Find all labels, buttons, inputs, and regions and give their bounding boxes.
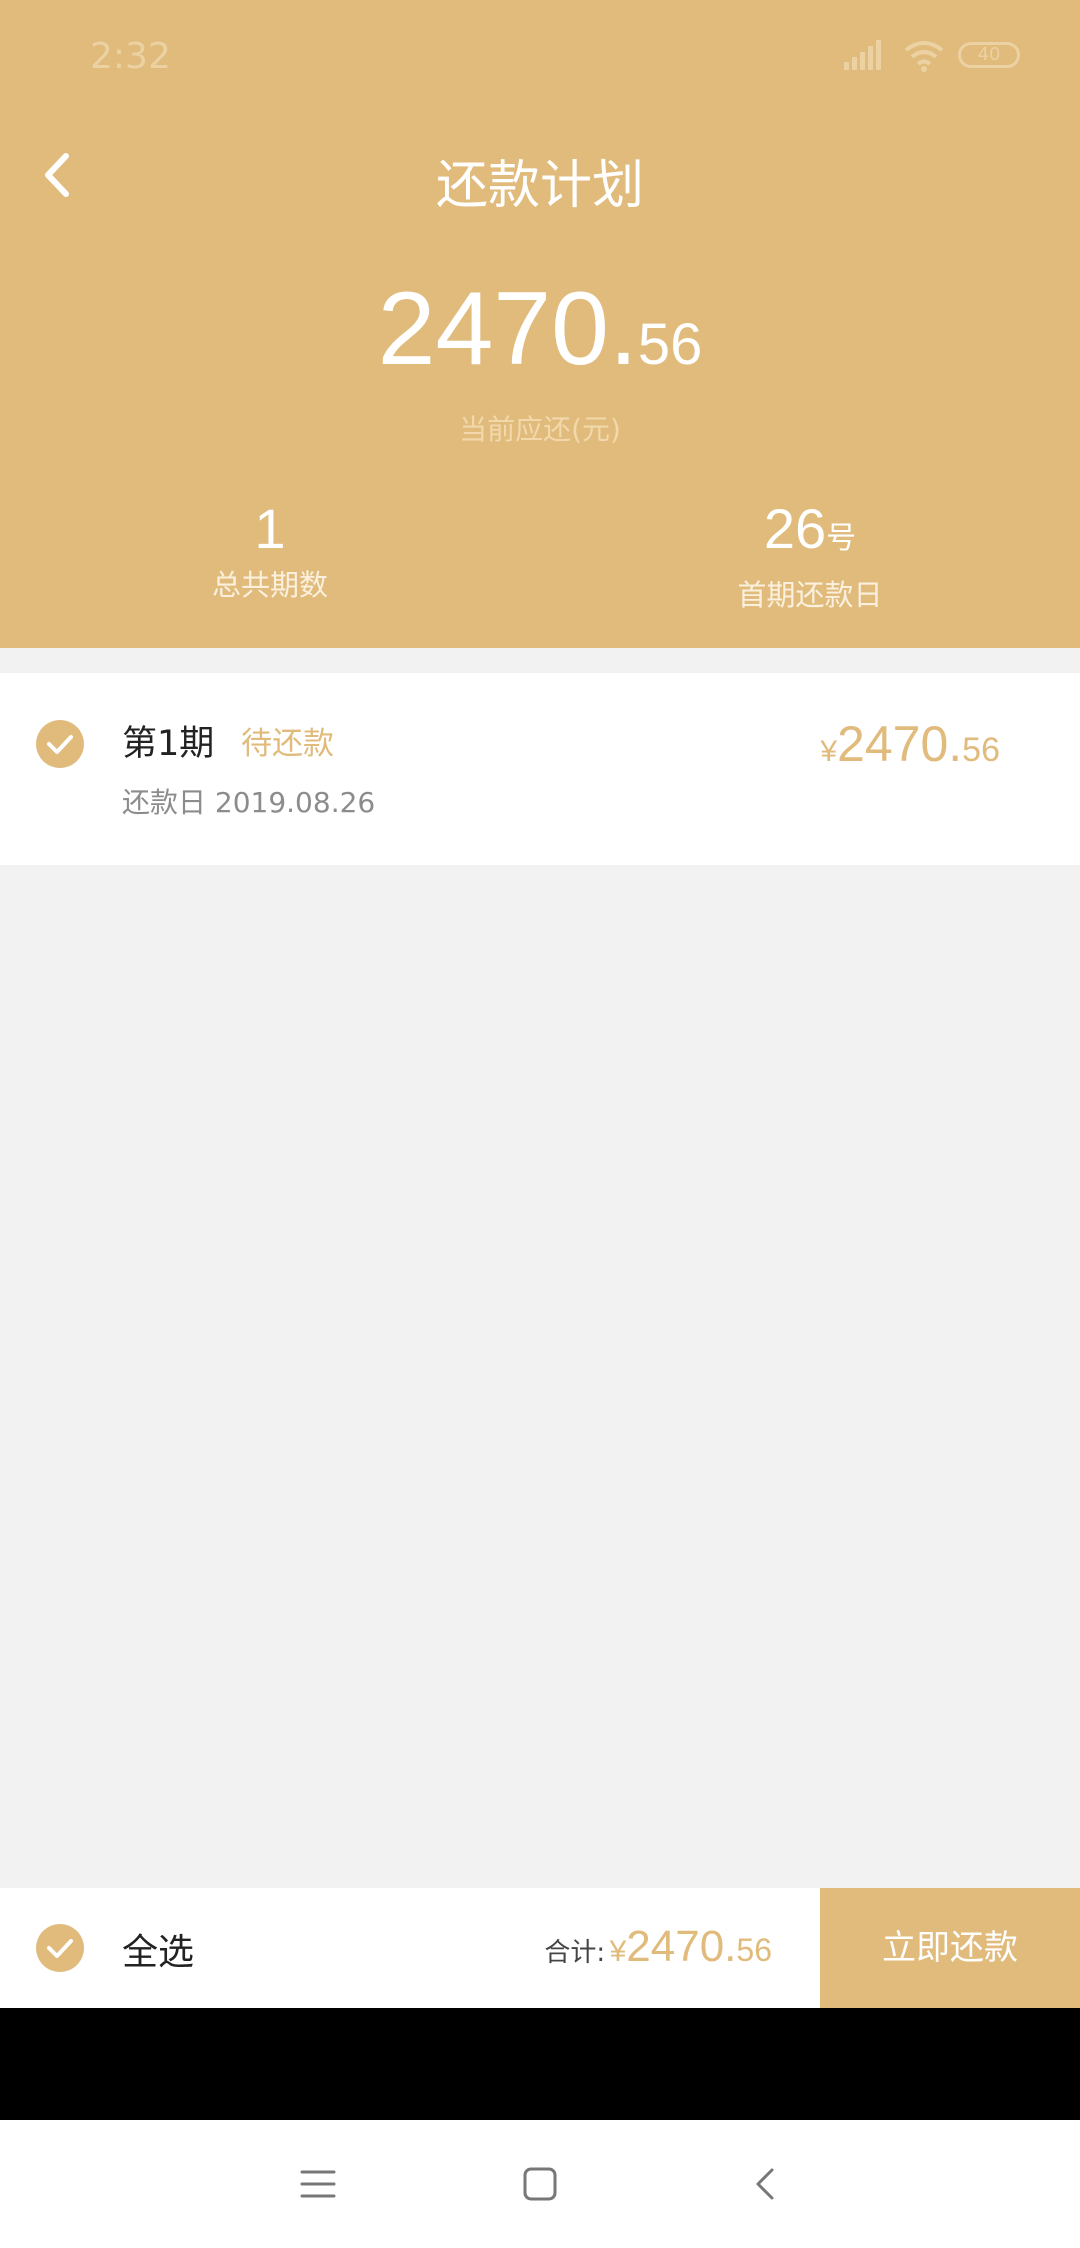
installment-checkbox[interactable] (36, 720, 84, 768)
amount-integer: 2470. (377, 271, 638, 387)
first-due-day-unit: 号 (826, 522, 857, 555)
check-icon (47, 735, 73, 754)
total-decimal: 56 (736, 1932, 772, 1968)
check-icon (47, 1939, 73, 1958)
installment-period: 第1期 (122, 724, 215, 764)
screen-band (0, 2008, 1080, 2120)
total-periods-value: 1 (254, 497, 286, 560)
installment-amount-integer: 2470. (837, 716, 963, 772)
first-due-day-value-wrap: 26号 (660, 498, 960, 570)
total-amount: 合计: ¥2470.56 (544, 1922, 772, 1972)
page-title: 还款计划 (435, 156, 644, 216)
square-icon[interactable] (516, 2160, 564, 2208)
menu-icon[interactable] (294, 2160, 342, 2208)
yen-symbol: ¥ (820, 735, 838, 768)
current-due-amount: 2470.56 (0, 270, 1080, 389)
total-label: 合计: (544, 1938, 606, 1968)
installment-due-date: 还款日 2019.08.26 (122, 786, 376, 819)
pay-now-button[interactable]: 立即还款 (820, 1888, 1080, 2008)
installment-amount-decimal: 56 (962, 731, 1000, 769)
first-due-day-label: 首期还款日 (737, 578, 883, 612)
total-periods-label: 总共期数 (211, 568, 328, 602)
footer-bar: 全选 合计: ¥2470.56 立即还款 (0, 1888, 1080, 2008)
select-all-label[interactable]: 全选 (122, 1923, 194, 1975)
status-time: 2:32 (90, 36, 171, 77)
first-due-day-stat: 26号 首期还款日 (660, 498, 960, 614)
total-integer: 2470. (626, 1922, 737, 1971)
wifi-icon (904, 41, 944, 72)
amount-decimal: 56 (637, 312, 703, 377)
yen-symbol: ¥ (609, 1935, 627, 1968)
current-due-label: 当前应还(元) (459, 413, 621, 446)
first-due-day-value: 26 (763, 497, 827, 560)
status-icons: 40 (842, 38, 1042, 74)
chevron-left-icon[interactable] (742, 2160, 790, 2208)
battery-icon: 40 (958, 42, 1020, 68)
installment-status: 待还款 (241, 726, 334, 762)
select-all-checkbox[interactable] (36, 1924, 84, 1972)
system-nav-bar (0, 2120, 1080, 2248)
total-periods-stat: 1 总共期数 (120, 498, 420, 604)
status-bar: 2:32 40 (0, 0, 1080, 120)
installment-amount: ¥2470.56 (820, 715, 1000, 773)
header: 2:32 40 还款计划 2470.56 当前应还(元) 1 总共期数 26号 … (0, 0, 1080, 648)
installment-row[interactable]: 第1期 待还款 还款日 2019.08.26 ¥2470.56 (0, 673, 1080, 865)
signal-icon (844, 40, 881, 70)
